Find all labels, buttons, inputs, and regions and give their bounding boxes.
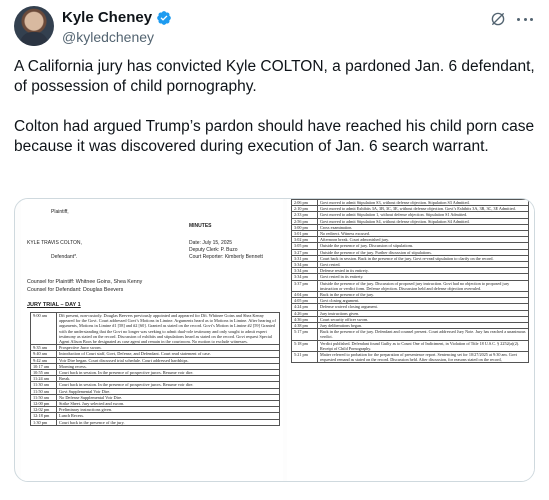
right-log-time: 3:37 pm (291, 279, 318, 293)
right-log-entry: Matter referred to probation for the pre… (317, 351, 529, 364)
left-log-row: 1:30 pm Court back in the presence of the… (30, 418, 280, 426)
right-log-entry: Back in the presence of the jury. Defend… (317, 328, 529, 341)
right-log-row: 5:21 pm Matter referred to probation for … (291, 351, 529, 364)
tweet-paragraph-1: A California jury has convicted Kyle COL… (14, 58, 535, 95)
right-log-entry: Outside the presence of the jury. Discus… (317, 279, 529, 293)
tweet-text: A California jury has convicted Kyle COL… (14, 57, 535, 177)
right-log-entry: Verdict published. Defendant found Guilt… (317, 339, 529, 353)
tweet-media[interactable]: Plaintiff, MINUTES KYLE TRAVIS COLTON, D… (14, 198, 535, 482)
left-log-entry: Court back in the presence of the jury. (56, 418, 280, 426)
right-minutes-table: 2:06 pm Govt moved to admit Stipulation S… (291, 199, 529, 364)
right-log-row: 3:37 pm Outside the presence of the jury.… (291, 279, 529, 293)
left-log-row: 9:00 am Dft present, non-custody. Douglas… (30, 311, 280, 346)
right-log-time: 5:18 pm (291, 339, 318, 353)
doc-defendant-label: Defendant*. (51, 254, 78, 260)
tweet-header: Kyle Cheney @kyledcheney (14, 6, 535, 50)
right-log-row: 5:18 pm Verdict published. Defendant foun… (291, 339, 529, 353)
right-log-row: 5:17 pm Back in the presence of the jury.… (291, 328, 529, 341)
court-minutes-page-1: Plaintiff, MINUTES KYLE TRAVIS COLTON, D… (21, 199, 283, 481)
left-minutes-table: 9:00 am Dft present, non-custody. Douglas… (30, 311, 280, 426)
right-log-row: 3:31 pm Court back in session. Back in th… (291, 254, 529, 263)
doc-minutes-title: MINUTES (189, 223, 212, 229)
doc-date: Date: July 15, 2025 (189, 240, 233, 246)
right-log-time: 5:17 pm (291, 328, 318, 341)
right-log-time: 5:21 pm (291, 351, 318, 364)
doc-court-reporter: Court Reporter: Kimberly Bennett (189, 254, 263, 260)
tweet-paragraph-2: Colton had argued Trump’s pardon should … (14, 118, 535, 155)
doc-defendant-name: KYLE TRAVIS COLTON, (27, 240, 82, 246)
doc-plaintiff: Plaintiff, (51, 209, 69, 215)
more-icon[interactable] (515, 10, 535, 28)
author-name[interactable]: Kyle Cheney (62, 9, 152, 26)
right-log-entry: Govt moved to admit Exhibits 3A, 3B, 3C,… (317, 205, 529, 213)
doc-counsel-plaintiff: Counsel for Plaintiff: Whitnee Goins, Sh… (27, 279, 143, 285)
verified-badge-icon (157, 10, 171, 25)
doc-deputy-clerk: Deputy Clerk: P. Buzo (189, 247, 238, 253)
right-log-row: 2:10 pm Govt moved to admit Exhibits 3A, … (291, 205, 529, 213)
left-log-entry: Dft present, non-custody. Douglas Beever… (56, 311, 280, 346)
author-handle[interactable]: @kyledcheney (62, 29, 154, 45)
left-log-time: 9:00 am (30, 311, 57, 346)
author-name-row: Kyle Cheney (62, 9, 172, 26)
doc-counsel-defendant: Counsel for Defendant: Douglas Beevers (27, 287, 124, 293)
avatar[interactable] (14, 6, 54, 46)
grok-icon[interactable] (489, 10, 507, 28)
doc-trial-title: JURY TRIAL – DAY 1 (27, 302, 81, 308)
court-minutes-page-2: 2:06 pm Govt moved to admit Stipulation S… (287, 199, 534, 481)
left-log-time: 1:30 pm (30, 418, 57, 426)
